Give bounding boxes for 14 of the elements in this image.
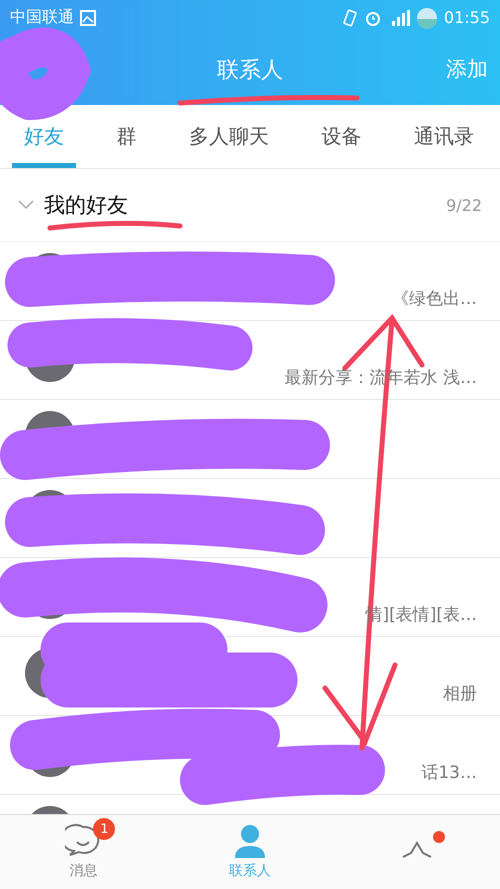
tab[interactable]: 群 xyxy=(104,105,148,168)
clock-time: 01:55 xyxy=(444,8,490,27)
tab[interactable]: 设备 xyxy=(310,105,374,168)
tab[interactable]: 通讯录 xyxy=(402,105,486,168)
status-snippet: 话13… xyxy=(421,762,477,784)
carrier-name: 中国联通 xyxy=(10,7,74,28)
online-count: 9/22 xyxy=(446,196,482,214)
status-snippet: 相册 xyxy=(443,682,477,704)
status-snippet: 《绿色出… xyxy=(392,288,477,310)
nav-tab[interactable]: 1 消息 xyxy=(0,815,167,889)
page-title: 联系人 xyxy=(217,57,283,85)
tab[interactable]: 多人聊天 xyxy=(177,105,281,168)
unread-badge: 1 xyxy=(93,818,116,840)
group-name[interactable]: 我的好友 xyxy=(44,191,128,219)
